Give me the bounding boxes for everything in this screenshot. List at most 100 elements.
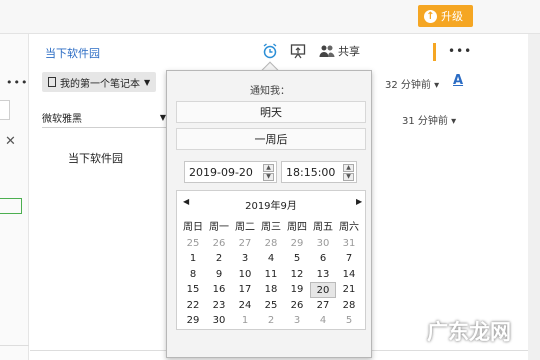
time-stepper[interactable]: ▲ ▼	[343, 164, 354, 181]
calendar-grid: 周日 周一 周二 周三 周四 周五 周六 25 26 27 28 29 30 31 1 2 3 4 5 6 7 8 9 10…	[180, 220, 362, 329]
calendar-day[interactable]: 1	[232, 313, 258, 329]
upgrade-label: 升级	[441, 10, 463, 23]
weekday-label: 周六	[339, 222, 359, 233]
calendar-day[interactable]: 6	[310, 251, 336, 267]
upgrade-button[interactable]: ↑ 升级	[418, 5, 473, 27]
top-bar: ↑ 升级	[0, 0, 540, 34]
calendar-day[interactable]: 12	[284, 267, 310, 283]
font-family-value: 微软雅黑	[42, 114, 82, 125]
next-month-icon[interactable]: ▶	[356, 197, 362, 206]
created-time[interactable]: 31 分钟前 ▾	[402, 112, 456, 127]
calendar-day[interactable]: 21	[336, 282, 362, 298]
note-title[interactable]: 当下软件园	[45, 45, 100, 61]
calendar-day[interactable]: 18	[258, 282, 284, 298]
calendar-day[interactable]: 31	[336, 236, 362, 252]
accent-marker	[433, 43, 436, 61]
date-input[interactable]: 2019-09-20 ▲ ▼	[184, 161, 277, 183]
weekday-label: 周三	[261, 222, 281, 233]
stepper-down-icon[interactable]: ▼	[263, 173, 274, 181]
calendar-day[interactable]: 10	[232, 267, 258, 283]
reminder-alarm-icon[interactable]	[262, 43, 279, 59]
remind-week-button[interactable]: 一周后	[176, 128, 366, 150]
calendar-day[interactable]: 7	[336, 251, 362, 267]
calendar-day[interactable]: 3	[232, 251, 258, 267]
calendar-day[interactable]: 30	[206, 313, 232, 329]
calendar-day[interactable]: 19	[284, 282, 310, 298]
chevron-down-icon: ▼	[144, 77, 151, 87]
calendar-day[interactable]: 28	[336, 298, 362, 314]
share-button[interactable]: 共享	[319, 43, 365, 59]
calendar-day[interactable]: 27	[232, 236, 258, 252]
left-divider	[0, 345, 29, 346]
calendar-day[interactable]: 20	[310, 282, 336, 298]
weekday-row: 周日 周一 周二 周三 周四 周五 周六	[180, 220, 362, 236]
note-body-text[interactable]: 当下软件园	[68, 150, 123, 166]
close-icon[interactable]: ✕	[5, 134, 16, 149]
present-icon[interactable]	[290, 43, 307, 59]
more-options-icon[interactable]: •••	[448, 44, 472, 58]
notify-label: 通知我：	[250, 86, 290, 97]
weekday-label: 周日	[183, 222, 203, 233]
scrollbar[interactable]	[528, 34, 540, 360]
stepper-down-icon[interactable]: ▼	[343, 173, 354, 181]
calendar-day[interactable]: 26	[206, 236, 232, 252]
calendar-day[interactable]: 8	[180, 267, 206, 283]
calendar-day[interactable]: 4	[310, 313, 336, 329]
time-value: 18:15:00	[286, 165, 336, 179]
calendar-week-row: 15 16 17 18 19 20 21	[180, 282, 362, 298]
calendar-day[interactable]: 1	[180, 251, 206, 267]
notebook-selector[interactable]: 我的第一个笔记本 ▼	[42, 72, 157, 92]
calendar-day[interactable]: 15	[180, 282, 206, 298]
calendar-day[interactable]: 11	[258, 267, 284, 283]
font-family-select[interactable]: 微软雅黑 ▼	[42, 108, 166, 128]
calendar-day[interactable]: 24	[232, 298, 258, 314]
calendar-day[interactable]: 9	[206, 267, 232, 283]
calendar-day[interactable]: 29	[180, 313, 206, 329]
calendar-day[interactable]: 2	[206, 251, 232, 267]
calendar-day[interactable]: 14	[336, 267, 362, 283]
calendar-week-row: 22 23 24 25 26 27 28	[180, 298, 362, 314]
notebook-label: 我的第一个笔记本	[60, 78, 140, 90]
stepper-up-icon[interactable]: ▲	[263, 164, 274, 172]
calendar-day[interactable]: 27	[310, 298, 336, 314]
calendar-month: 2019年9月	[245, 201, 297, 212]
calendar-day[interactable]: 25	[258, 298, 284, 314]
time-input[interactable]: 18:15:00 ▲ ▼	[281, 161, 357, 183]
calendar-day[interactable]: 5	[336, 313, 362, 329]
calendar-day[interactable]: 29	[284, 236, 310, 252]
calendar-week-row: 29 30 1 2 3 4 5	[180, 313, 362, 329]
calendar-day[interactable]: 25	[180, 236, 206, 252]
calendar-day[interactable]: 3	[284, 313, 310, 329]
highlighted-field[interactable]	[0, 198, 22, 214]
reminder-popup: 通知我： 明天 一周后 2019-09-20 ▲ ▼ 18:15:00 ▲ ▼ ◀ …	[166, 70, 372, 358]
calendar-day[interactable]: 16	[206, 282, 232, 298]
upgrade-arrow-icon: ↑	[424, 9, 437, 23]
calendar: ◀ 2019年9月 ▶ 周日 周一 周二 周三 周四 周五 周六 25 26 27 28 29 30 3…	[176, 190, 366, 330]
date-value: 2019-09-20	[189, 165, 253, 179]
modified-time[interactable]: 32 分钟前 ▾	[385, 76, 439, 91]
remind-tomorrow-button[interactable]: 明天	[176, 101, 366, 123]
watermark-text: 广东龙网	[427, 320, 511, 344]
font-color-button[interactable]: A	[453, 73, 463, 88]
calendar-day[interactable]: 26	[284, 298, 310, 314]
share-label: 共享	[338, 45, 360, 58]
date-stepper[interactable]: ▲ ▼	[263, 164, 274, 181]
calendar-day[interactable]: 13	[310, 267, 336, 283]
more-dots-icon[interactable]: •••	[6, 76, 28, 89]
calendar-day[interactable]: 30	[310, 236, 336, 252]
calendar-day[interactable]: 17	[232, 282, 258, 298]
weekday-label: 周四	[287, 222, 307, 233]
calendar-day[interactable]: 28	[258, 236, 284, 252]
calendar-day[interactable]: 23	[206, 298, 232, 314]
people-icon	[319, 45, 335, 57]
calendar-day[interactable]: 4	[258, 251, 284, 267]
calendar-day[interactable]: 22	[180, 298, 206, 314]
weekday-label: 周一	[209, 222, 229, 233]
notebook-icon	[48, 77, 56, 87]
weekday-label: 周五	[313, 222, 333, 233]
calendar-week-row: 8 9 10 11 12 13 14	[180, 267, 362, 283]
left-search-input[interactable]	[0, 100, 10, 120]
calendar-day[interactable]: 2	[258, 313, 284, 329]
stepper-up-icon[interactable]: ▲	[343, 164, 354, 172]
calendar-day[interactable]: 5	[284, 251, 310, 267]
